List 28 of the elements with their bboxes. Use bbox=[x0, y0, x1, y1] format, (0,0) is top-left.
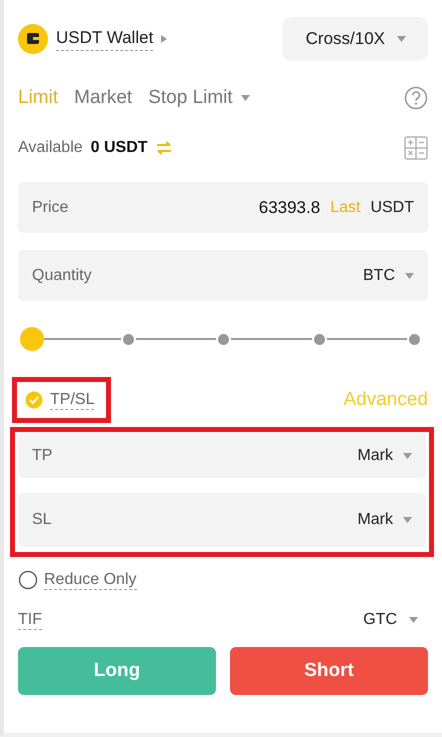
reduce-only-checkbox[interactable]: Reduce Only bbox=[18, 570, 136, 590]
caret-icon bbox=[405, 272, 414, 278]
available-balance: 0 USDT bbox=[90, 139, 148, 157]
order-type-tab[interactable]: Stop Limit bbox=[148, 87, 250, 109]
price-field[interactable]: Price 63393.8 Last USDT bbox=[18, 182, 428, 233]
transfer-icon[interactable] bbox=[156, 141, 172, 155]
tpsl-price-field[interactable]: TP Mark bbox=[18, 433, 426, 478]
available-label: Available bbox=[18, 139, 83, 157]
margin-mode-button[interactable]: Cross/10X bbox=[282, 17, 428, 61]
caret-icon bbox=[403, 452, 412, 458]
checkbox-icon bbox=[25, 391, 43, 409]
order-type-tab[interactable]: Market bbox=[74, 87, 132, 109]
caret-icon bbox=[403, 517, 412, 523]
tpsl-checkbox[interactable]: TP/SL bbox=[12, 377, 112, 423]
caret-icon bbox=[161, 35, 168, 43]
tif-dropdown[interactable]: GTC bbox=[363, 611, 418, 629]
tpsl-price-field[interactable]: SL Mark bbox=[18, 493, 426, 547]
short-button[interactable]: Short bbox=[230, 647, 428, 695]
slider-thumb[interactable] bbox=[20, 327, 44, 351]
wallet-selector[interactable]: USDT Wallet bbox=[56, 28, 154, 50]
tif-label: TIF bbox=[18, 610, 42, 630]
quantity-field[interactable]: Quantity BTC bbox=[18, 250, 428, 301]
checkbox-icon bbox=[18, 570, 38, 590]
calculator-icon[interactable] bbox=[404, 136, 428, 160]
wallet-icon bbox=[18, 24, 48, 54]
caret-icon bbox=[409, 617, 418, 623]
help-icon[interactable] bbox=[404, 86, 428, 110]
caret-icon bbox=[397, 36, 406, 42]
